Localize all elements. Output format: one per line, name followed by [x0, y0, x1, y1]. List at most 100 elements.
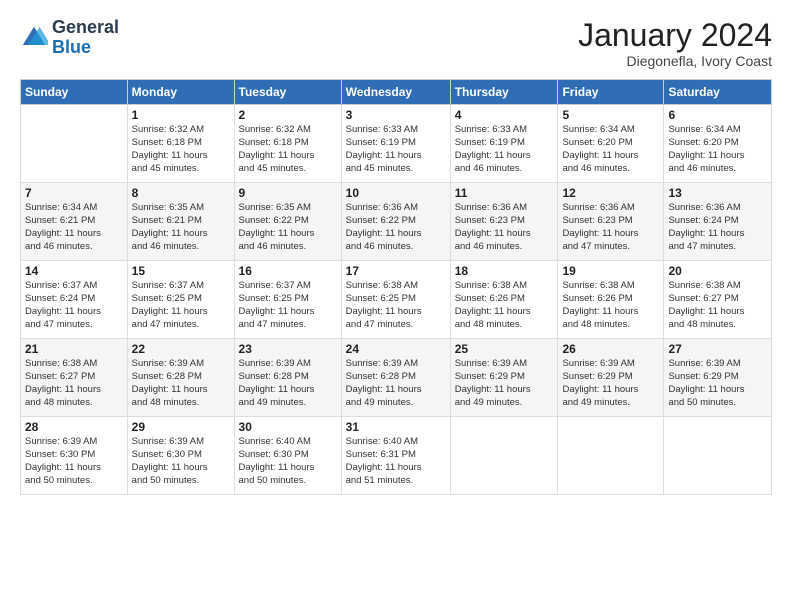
day-info: Sunrise: 6:34 AM Sunset: 6:20 PM Dayligh… — [562, 124, 659, 175]
day-number: 1 — [132, 108, 230, 122]
day-info: Sunrise: 6:32 AM Sunset: 6:18 PM Dayligh… — [132, 124, 230, 175]
day-number: 26 — [562, 342, 659, 356]
col-sunday: Sunday — [21, 80, 128, 105]
col-tuesday: Tuesday — [234, 80, 341, 105]
table-row — [558, 417, 664, 495]
table-row: 13 Sunrise: 6:36 AM Sunset: 6:24 PM Dayli… — [664, 183, 772, 261]
table-row: 29 Sunrise: 6:39 AM Sunset: 6:30 PM Dayli… — [127, 417, 234, 495]
day-number: 2 — [239, 108, 337, 122]
table-row: 14Sunrise: 6:37 AM Sunset: 6:24 PM Dayli… — [21, 261, 128, 339]
table-row: 25Sunrise: 6:39 AM Sunset: 6:29 PM Dayli… — [450, 339, 558, 417]
table-row: 9Sunrise: 6:35 AM Sunset: 6:22 PM Daylig… — [234, 183, 341, 261]
calendar-week-row: 1 Sunrise: 6:32 AM Sunset: 6:18 PM Daylig… — [21, 105, 772, 183]
day-info: Sunrise: 6:39 AM Sunset: 6:29 PM Dayligh… — [668, 358, 767, 409]
table-row: 27 Sunrise: 6:39 AM Sunset: 6:29 PM Dayli… — [664, 339, 772, 417]
day-info: Sunrise: 6:38 AM Sunset: 6:26 PM Dayligh… — [562, 280, 659, 331]
day-number: 6 — [668, 108, 767, 122]
day-number: 17 — [346, 264, 446, 278]
day-number: 13 — [668, 186, 767, 200]
logo: General Blue — [20, 18, 119, 58]
table-row: 28 Sunrise: 6:39 AM Sunset: 6:30 PM Dayli… — [21, 417, 128, 495]
day-number: 27 — [668, 342, 767, 356]
logo-general: General — [52, 17, 119, 37]
day-number: 11 — [455, 186, 554, 200]
calendar-week-row: 14Sunrise: 6:37 AM Sunset: 6:24 PM Dayli… — [21, 261, 772, 339]
table-row: 31Sunrise: 6:40 AM Sunset: 6:31 PM Dayli… — [341, 417, 450, 495]
col-saturday: Saturday — [664, 80, 772, 105]
day-info: Sunrise: 6:36 AM Sunset: 6:23 PM Dayligh… — [455, 202, 554, 253]
col-monday: Monday — [127, 80, 234, 105]
day-info: Sunrise: 6:39 AM Sunset: 6:29 PM Dayligh… — [455, 358, 554, 409]
day-info: Sunrise: 6:39 AM Sunset: 6:28 PM Dayligh… — [132, 358, 230, 409]
table-row: 23 Sunrise: 6:39 AM Sunset: 6:28 PM Dayli… — [234, 339, 341, 417]
table-row: 10Sunrise: 6:36 AM Sunset: 6:22 PM Dayli… — [341, 183, 450, 261]
table-row: 4Sunrise: 6:33 AM Sunset: 6:19 PM Daylig… — [450, 105, 558, 183]
day-info: Sunrise: 6:38 AM Sunset: 6:25 PM Dayligh… — [346, 280, 446, 331]
day-info: Sunrise: 6:39 AM Sunset: 6:28 PM Dayligh… — [239, 358, 337, 409]
table-row — [450, 417, 558, 495]
table-row: 17 Sunrise: 6:38 AM Sunset: 6:25 PM Dayli… — [341, 261, 450, 339]
table-row: 16Sunrise: 6:37 AM Sunset: 6:25 PM Dayli… — [234, 261, 341, 339]
day-info: Sunrise: 6:40 AM Sunset: 6:31 PM Dayligh… — [346, 436, 446, 487]
day-number: 23 — [239, 342, 337, 356]
day-number: 30 — [239, 420, 337, 434]
calendar-header-row: Sunday Monday Tuesday Wednesday Thursday… — [21, 80, 772, 105]
day-number: 20 — [668, 264, 767, 278]
table-row: 22Sunrise: 6:39 AM Sunset: 6:28 PM Dayli… — [127, 339, 234, 417]
day-number: 29 — [132, 420, 230, 434]
day-info: Sunrise: 6:33 AM Sunset: 6:19 PM Dayligh… — [346, 124, 446, 175]
month-title: January 2024 — [578, 18, 772, 53]
col-thursday: Thursday — [450, 80, 558, 105]
logo-icon — [20, 24, 48, 52]
calendar-week-row: 28 Sunrise: 6:39 AM Sunset: 6:30 PM Dayli… — [21, 417, 772, 495]
logo-text: General Blue — [52, 18, 119, 58]
table-row — [21, 105, 128, 183]
day-number: 3 — [346, 108, 446, 122]
day-number: 4 — [455, 108, 554, 122]
calendar-table: Sunday Monday Tuesday Wednesday Thursday… — [20, 79, 772, 495]
header: General Blue January 2024 Diegonefla, Iv… — [20, 18, 772, 69]
day-number: 9 — [239, 186, 337, 200]
day-number: 19 — [562, 264, 659, 278]
table-row: 5 Sunrise: 6:34 AM Sunset: 6:20 PM Daylig… — [558, 105, 664, 183]
day-number: 24 — [346, 342, 446, 356]
day-info: Sunrise: 6:37 AM Sunset: 6:25 PM Dayligh… — [132, 280, 230, 331]
col-friday: Friday — [558, 80, 664, 105]
table-row: 11 Sunrise: 6:36 AM Sunset: 6:23 PM Dayli… — [450, 183, 558, 261]
day-info: Sunrise: 6:39 AM Sunset: 6:30 PM Dayligh… — [132, 436, 230, 487]
table-row: 21Sunrise: 6:38 AM Sunset: 6:27 PM Dayli… — [21, 339, 128, 417]
day-number: 28 — [25, 420, 123, 434]
table-row: 7Sunrise: 6:34 AM Sunset: 6:21 PM Daylig… — [21, 183, 128, 261]
day-number: 16 — [239, 264, 337, 278]
page: General Blue January 2024 Diegonefla, Iv… — [0, 0, 792, 612]
col-wednesday: Wednesday — [341, 80, 450, 105]
day-info: Sunrise: 6:38 AM Sunset: 6:27 PM Dayligh… — [668, 280, 767, 331]
day-info: Sunrise: 6:39 AM Sunset: 6:30 PM Dayligh… — [25, 436, 123, 487]
day-info: Sunrise: 6:36 AM Sunset: 6:24 PM Dayligh… — [668, 202, 767, 253]
table-row: 12 Sunrise: 6:36 AM Sunset: 6:23 PM Dayli… — [558, 183, 664, 261]
table-row: 19 Sunrise: 6:38 AM Sunset: 6:26 PM Dayli… — [558, 261, 664, 339]
day-info: Sunrise: 6:36 AM Sunset: 6:23 PM Dayligh… — [562, 202, 659, 253]
calendar-week-row: 7Sunrise: 6:34 AM Sunset: 6:21 PM Daylig… — [21, 183, 772, 261]
table-row: 18Sunrise: 6:38 AM Sunset: 6:26 PM Dayli… — [450, 261, 558, 339]
table-row: 30Sunrise: 6:40 AM Sunset: 6:30 PM Dayli… — [234, 417, 341, 495]
day-number: 18 — [455, 264, 554, 278]
day-info: Sunrise: 6:34 AM Sunset: 6:20 PM Dayligh… — [668, 124, 767, 175]
day-number: 5 — [562, 108, 659, 122]
day-info: Sunrise: 6:34 AM Sunset: 6:21 PM Dayligh… — [25, 202, 123, 253]
table-row: 6 Sunrise: 6:34 AM Sunset: 6:20 PM Daylig… — [664, 105, 772, 183]
day-number: 12 — [562, 186, 659, 200]
day-info: Sunrise: 6:39 AM Sunset: 6:28 PM Dayligh… — [346, 358, 446, 409]
table-row — [664, 417, 772, 495]
day-info: Sunrise: 6:35 AM Sunset: 6:21 PM Dayligh… — [132, 202, 230, 253]
table-row: 26Sunrise: 6:39 AM Sunset: 6:29 PM Dayli… — [558, 339, 664, 417]
calendar-week-row: 21Sunrise: 6:38 AM Sunset: 6:27 PM Dayli… — [21, 339, 772, 417]
table-row: 1 Sunrise: 6:32 AM Sunset: 6:18 PM Daylig… — [127, 105, 234, 183]
day-info: Sunrise: 6:37 AM Sunset: 6:24 PM Dayligh… — [25, 280, 123, 331]
table-row: 2Sunrise: 6:32 AM Sunset: 6:18 PM Daylig… — [234, 105, 341, 183]
logo-blue: Blue — [52, 37, 91, 57]
day-number: 15 — [132, 264, 230, 278]
day-number: 8 — [132, 186, 230, 200]
day-number: 21 — [25, 342, 123, 356]
day-number: 10 — [346, 186, 446, 200]
